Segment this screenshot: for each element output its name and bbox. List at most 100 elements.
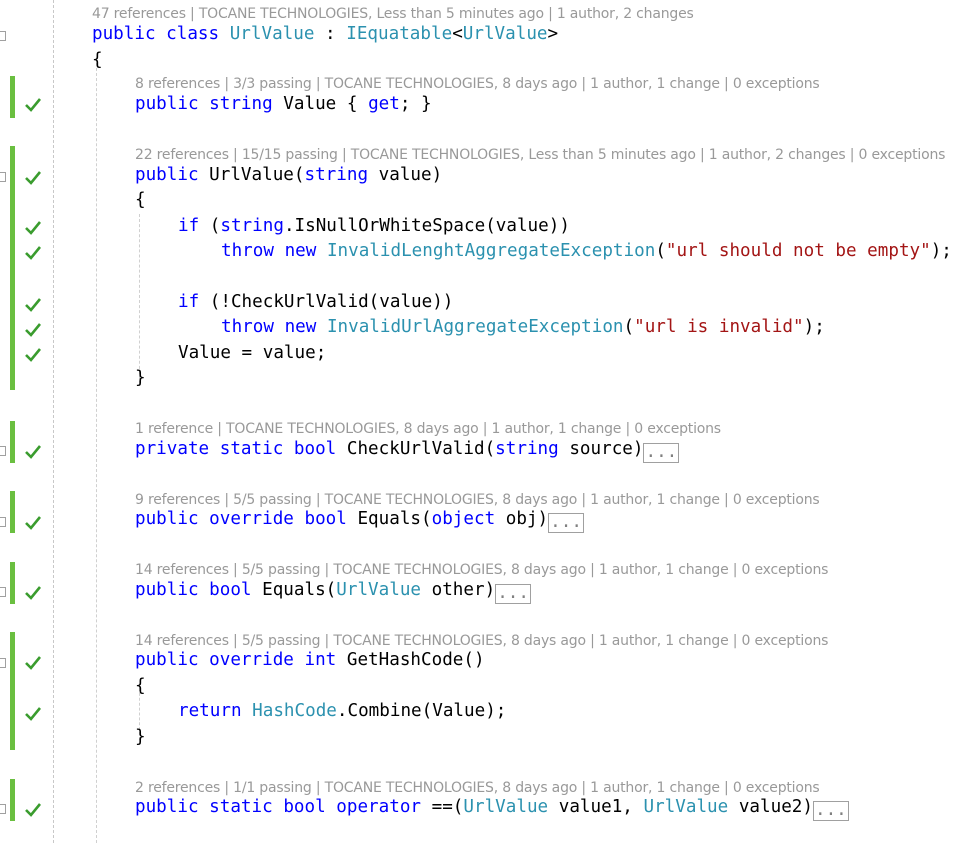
code-line-if-invalid[interactable]: if (!CheckUrlValid(value)) [178, 292, 453, 312]
keyword: throw [221, 241, 274, 261]
fold-toggle-icon[interactable] [0, 587, 6, 597]
fold-toggle-icon[interactable] [0, 658, 6, 668]
check-icon[interactable] [24, 514, 42, 532]
code-line-ctor-open-brace[interactable]: { [135, 190, 146, 210]
check-icon[interactable] [24, 169, 42, 187]
type-name: InvalidUrlAggregateException [326, 317, 624, 337]
codelens-class[interactable]: 47 references | TOCANE TECHNOLOGIES, Les… [92, 6, 694, 22]
collapsed-region-button[interactable]: ... [495, 584, 531, 604]
coverage-bar [10, 421, 15, 463]
collapsed-region-button[interactable]: ... [643, 443, 680, 463]
code-line-throw-empty[interactable]: throw new InvalidLenghtAggregateExceptio… [221, 241, 952, 261]
code-line-equals-urlvalue[interactable]: public bool Equals(UrlValue other)... [135, 580, 531, 604]
coverage-bar [10, 632, 15, 750]
identifier: CheckUrlValid( [336, 439, 496, 459]
string-literal: "url should not be empty" [665, 241, 931, 261]
keyword: public [135, 509, 199, 529]
code-line-operator-equals[interactable]: public static bool operator ==(UrlValue … [135, 797, 849, 821]
identifier: GetHashCode() [336, 650, 485, 670]
code-line-if-null[interactable]: if (string.IsNullOrWhiteSpace(value)) [178, 216, 570, 236]
type-name: UrlValue [462, 24, 548, 44]
punctuation: ==( [421, 797, 464, 817]
identifier: other) [421, 580, 496, 600]
code-line-value-property[interactable]: public string Value { get; } [135, 94, 432, 114]
code-line-equals-object[interactable]: public override bool Equals(object obj).… [135, 509, 584, 533]
codelens-equals-object[interactable]: 9 references | 5/5 passing | TOCANE TECH… [135, 492, 820, 508]
keyword: operator [336, 797, 422, 817]
codelens-value-property[interactable]: 8 references | 3/3 passing | TOCANE TECH… [135, 76, 820, 92]
type-name: UrlValue [463, 797, 549, 817]
type-name: UrlValue [336, 580, 422, 600]
keyword: if [178, 216, 200, 236]
keyword: bool [304, 509, 347, 529]
keyword: static [219, 439, 284, 459]
check-icon[interactable] [24, 801, 42, 819]
check-icon[interactable] [24, 584, 42, 602]
check-icon[interactable] [24, 321, 42, 339]
check-icon[interactable] [24, 346, 42, 364]
code-line-hash-close-brace[interactable]: } [135, 727, 146, 747]
identifier: value2) [728, 797, 813, 817]
code-line-throw-invalid[interactable]: throw new InvalidUrlAggregateException("… [221, 317, 825, 337]
code-line-open-brace[interactable]: { [92, 50, 103, 70]
punctuation: ; } [399, 94, 432, 114]
type-name: UrlValue [229, 24, 315, 44]
keyword: if [178, 292, 200, 312]
brace: } [135, 368, 146, 388]
fold-toggle-icon[interactable] [0, 172, 6, 182]
identifier: UrlValue( [198, 165, 305, 185]
coverage-bar [10, 491, 15, 533]
check-icon[interactable] [24, 96, 42, 114]
fold-toggle-icon[interactable] [0, 804, 6, 814]
identifier: Value = value; [178, 343, 327, 363]
check-icon[interactable] [24, 296, 42, 314]
codelens-check-url[interactable]: 1 reference | TOCANE TECHNOLOGIES, 8 day… [135, 421, 721, 437]
code-line-assign-value[interactable]: Value = value; [178, 343, 326, 363]
keyword: override [209, 650, 294, 670]
coverage-bar [10, 146, 15, 390]
keyword: new [284, 241, 317, 261]
codelens-constructor[interactable]: 22 references | 15/15 passing | TOCANE T… [135, 147, 945, 163]
code-line-check-url-valid[interactable]: private static bool CheckUrlValid(string… [135, 439, 680, 463]
identifier: Value { [272, 94, 369, 114]
code-line-gethashcode[interactable]: public override int GetHashCode() [135, 650, 485, 670]
fold-toggle-icon[interactable] [0, 31, 6, 41]
keyword: public [92, 24, 156, 44]
code-line-constructor[interactable]: public UrlValue(string value) [135, 165, 442, 185]
indent-guide [96, 58, 97, 843]
type-name: IEquatable [346, 24, 453, 44]
punctuation: ( [623, 317, 635, 337]
punctuation: : [314, 24, 347, 44]
punctuation: ( [199, 216, 221, 236]
fold-toggle-icon[interactable] [0, 446, 6, 456]
codelens-gethashcode[interactable]: 14 references | 5/5 passing | TOCANE TEC… [135, 633, 828, 649]
check-icon[interactable] [24, 705, 42, 723]
check-icon[interactable] [24, 654, 42, 672]
brace: { [92, 50, 103, 70]
code-line-return-hash[interactable]: return HashCode.Combine(Value); [178, 701, 506, 721]
brace: { [135, 676, 146, 696]
punctuation: > [547, 24, 559, 44]
codelens-equals-urlvalue[interactable]: 14 references | 5/5 passing | TOCANE TEC… [135, 562, 828, 578]
collapsed-region-button[interactable]: ... [813, 801, 849, 821]
check-icon[interactable] [24, 443, 42, 461]
check-icon[interactable] [24, 219, 42, 237]
identifier: (!CheckUrlValid(value)) [199, 292, 454, 312]
keyword: string [220, 216, 284, 236]
punctuation: ); [930, 241, 952, 261]
code-line-class-declaration[interactable]: public class UrlValue : IEquatable<UrlVa… [92, 24, 558, 44]
collapsed-region-button[interactable]: ... [548, 513, 584, 533]
code-line-hash-open-brace[interactable]: { [135, 676, 146, 696]
keyword: public [135, 650, 199, 670]
type-name: HashCode [252, 701, 337, 721]
fold-toggle-icon[interactable] [0, 517, 6, 527]
code-line-ctor-close-brace[interactable]: } [135, 368, 146, 388]
keyword: override [209, 509, 294, 529]
codelens-operator[interactable]: 2 references | 1/1 passing | TOCANE TECH… [135, 780, 820, 796]
indent-guide [139, 214, 140, 384]
coverage-bar [10, 76, 15, 118]
keyword: bool [209, 580, 252, 600]
check-icon[interactable] [24, 244, 42, 262]
type-name: UrlValue [643, 797, 729, 817]
keyword: string [304, 165, 369, 185]
